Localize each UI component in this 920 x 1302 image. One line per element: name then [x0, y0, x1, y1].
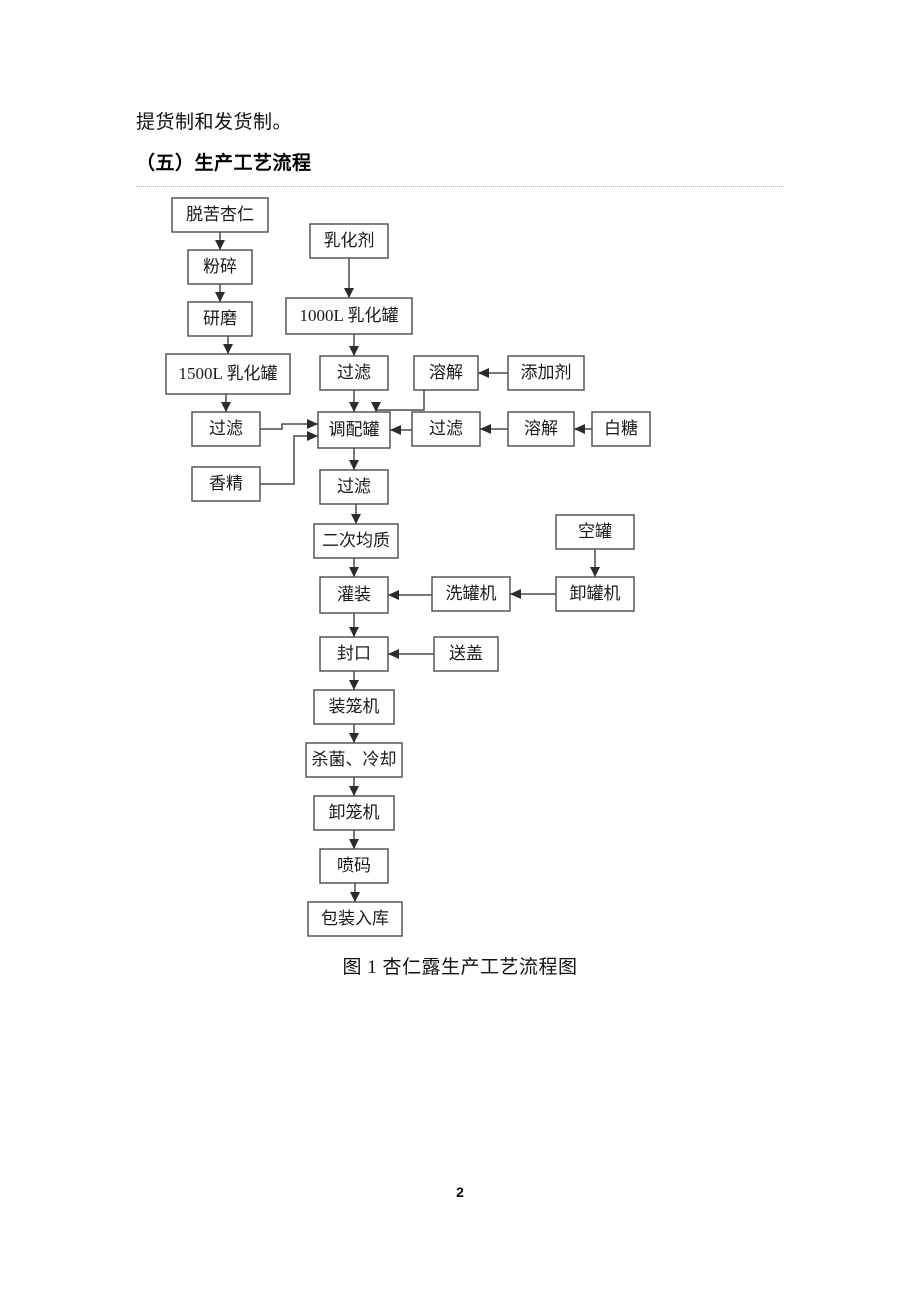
- arrowhead-right: [307, 419, 318, 429]
- flow-node-label: 脱苦杏仁: [186, 205, 254, 224]
- flow-node-label: 包装入库: [321, 909, 389, 928]
- flow-node: 包装入库: [307, 901, 403, 937]
- flow-node: 香精: [191, 466, 261, 502]
- flow-node: 二次均质: [313, 523, 399, 559]
- flow-node: 过滤: [191, 411, 261, 447]
- arrowhead-down: [215, 240, 225, 250]
- flow-node-label: 二次均质: [322, 531, 390, 550]
- process-flow-figure: 脱苦杏仁 粉碎 研磨 1500L 乳化罐 过滤 香精 乳化剂 1000L 乳化罐 过滤 调配罐 过滤…: [0, 190, 920, 950]
- arrowhead-down: [349, 839, 359, 849]
- flow-node: 杀菌、冷却: [305, 742, 403, 778]
- flow-node: 卸笼机: [313, 795, 395, 831]
- flow-node-label: 杀菌、冷却: [312, 750, 397, 769]
- arrowhead-left: [478, 368, 489, 378]
- flow-node-label: 过滤: [209, 419, 243, 438]
- section-divider: [136, 186, 784, 187]
- arrowhead-down: [349, 402, 359, 412]
- flow-node-label: 送盖: [449, 644, 483, 663]
- flow-node: 喷码: [319, 848, 389, 884]
- flow-node-label: 喷码: [337, 856, 371, 875]
- flow-node-label: 装笼机: [329, 697, 380, 716]
- flow-node: 脱苦杏仁: [171, 197, 269, 233]
- flow-node: 过滤: [319, 355, 389, 391]
- flow-node-label: 1500L 乳化罐: [178, 364, 277, 383]
- flow-node: 送盖: [433, 636, 499, 672]
- flow-node-label: 溶解: [524, 419, 558, 438]
- connector-line: [375, 390, 425, 412]
- flow-node: 添加剂: [507, 355, 585, 391]
- flow-node: 空罐: [555, 514, 635, 550]
- section-heading: （五）生产工艺流程: [136, 153, 312, 174]
- flow-node-label: 过滤: [429, 419, 463, 438]
- flow-node-label: 卸笼机: [329, 803, 380, 822]
- arrowhead-left: [388, 649, 399, 659]
- arrowhead-down: [215, 292, 225, 302]
- flow-node: 溶解: [507, 411, 575, 447]
- flow-node-label: 添加剂: [521, 363, 572, 382]
- arrowhead-down: [349, 346, 359, 356]
- flow-node: 1000L 乳化罐: [285, 297, 413, 335]
- arrowhead-down: [349, 733, 359, 743]
- arrowhead-left: [510, 589, 521, 599]
- arrowhead-down: [351, 514, 361, 524]
- flow-node-label: 过滤: [337, 363, 371, 382]
- flow-node-label: 粉碎: [203, 257, 237, 276]
- flowchart-canvas: 脱苦杏仁粉碎研磨1500L 乳化罐过滤香精乳化剂1000L 乳化罐过滤调配罐过滤…: [165, 197, 651, 937]
- flow-node: 调配罐: [317, 411, 391, 449]
- flow-node: 卸罐机: [555, 576, 635, 612]
- arrowhead-right: [307, 431, 318, 441]
- flow-node: 装笼机: [313, 689, 395, 725]
- flow-node-label: 研磨: [203, 309, 237, 328]
- flow-node-label: 卸罐机: [570, 584, 621, 603]
- flow-node: 粉碎: [187, 249, 253, 285]
- arrowhead-down: [349, 567, 359, 577]
- flow-node-label: 乳化剂: [324, 231, 375, 250]
- flowchart-nodes: 脱苦杏仁粉碎研磨1500L 乳化罐过滤香精乳化剂1000L 乳化罐过滤调配罐过滤…: [165, 197, 651, 937]
- flow-node-label: 空罐: [578, 522, 612, 541]
- flow-node: 乳化剂: [309, 223, 389, 259]
- arrowhead-down: [349, 786, 359, 796]
- arrowhead-down: [221, 402, 231, 412]
- flow-node-label: 灌装: [337, 585, 371, 604]
- flow-node-label: 溶解: [429, 363, 463, 382]
- arrowhead-down: [349, 627, 359, 637]
- flow-node: 过滤: [319, 469, 389, 505]
- arrowhead-down: [349, 680, 359, 690]
- arrowhead-left: [480, 424, 491, 434]
- arrowhead-down: [350, 892, 360, 902]
- flow-node-label: 封口: [337, 644, 371, 663]
- flow-node-label: 洗罐机: [446, 584, 497, 603]
- arrowhead-down: [590, 567, 600, 577]
- document-page: 提货制和发货制。 （五）生产工艺流程 脱苦杏仁 粉碎 研磨 1500L 乳化罐 过滤 香精…: [0, 0, 920, 1302]
- arrowhead-down: [223, 344, 233, 354]
- arrowhead-left: [390, 425, 401, 435]
- flow-node: 研磨: [187, 301, 253, 337]
- flow-node: 1500L 乳化罐: [165, 353, 291, 395]
- flow-node: 溶解: [413, 355, 479, 391]
- flow-node: 白糖: [591, 411, 651, 447]
- flow-node: 洗罐机: [431, 576, 511, 612]
- figure-caption: 图 1 杏仁露生产工艺流程图: [342, 957, 578, 978]
- flow-node-label: 调配罐: [329, 420, 380, 439]
- arrowhead-down: [344, 288, 354, 298]
- body-paragraph: 提货制和发货制。: [136, 112, 293, 133]
- flow-node-label: 香精: [209, 474, 243, 493]
- flow-node-label: 白糖: [604, 419, 638, 438]
- page-number: 2: [456, 1184, 464, 1200]
- arrowhead-down: [349, 460, 359, 470]
- flow-node: 灌装: [319, 576, 389, 614]
- arrowhead-left: [574, 424, 585, 434]
- connector-line: [260, 435, 318, 485]
- flow-node-label: 1000L 乳化罐: [299, 306, 398, 325]
- flow-node: 过滤: [411, 411, 481, 447]
- arrowhead-left: [388, 590, 399, 600]
- flow-node-label: 过滤: [337, 477, 371, 496]
- flow-node: 封口: [319, 636, 389, 672]
